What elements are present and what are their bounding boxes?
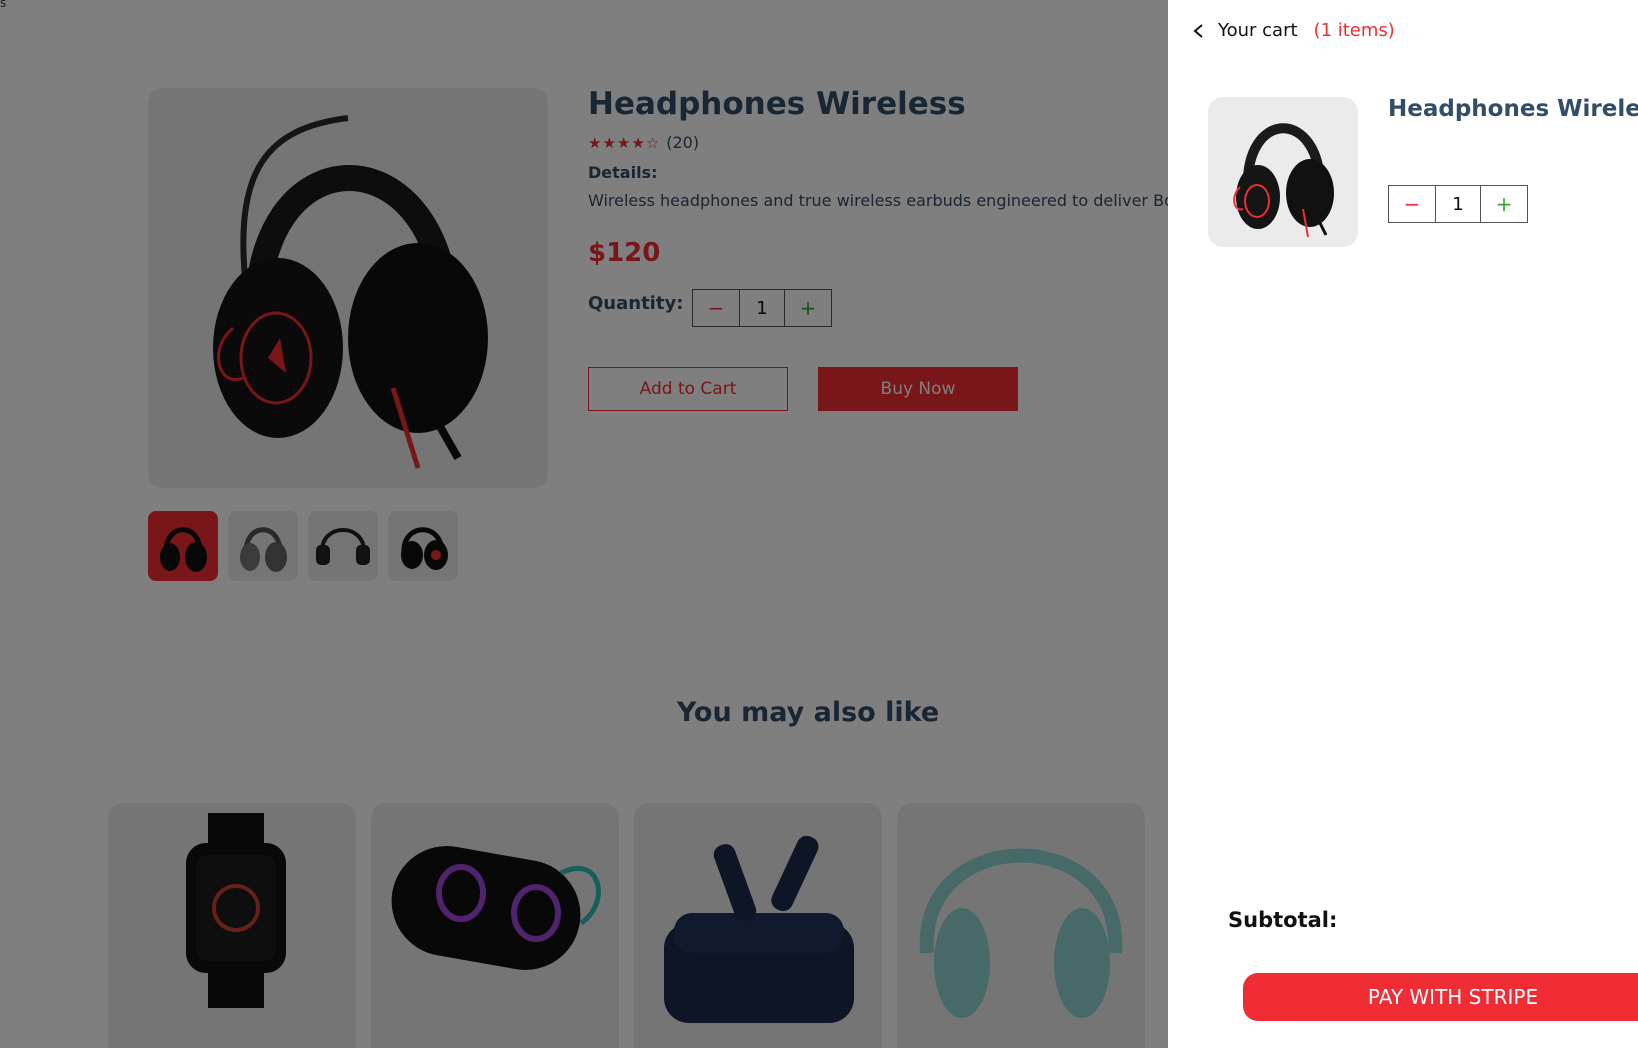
pay-with-stripe-button[interactable]: PAY WITH STRIPE <box>1243 973 1638 1021</box>
cart-item-image <box>1208 97 1358 247</box>
cart-item-count: (1 items) <box>1313 20 1395 41</box>
cart-quantity-stepper: − 1 + <box>1388 185 1528 223</box>
cart-panel: Your cart (1 items) Headphones Wireless … <box>1168 0 1638 1048</box>
cart-decrease-quantity-button[interactable]: − <box>1389 186 1435 222</box>
cart-heading[interactable]: Your cart (1 items) <box>1190 20 1395 41</box>
cart-increase-quantity-button[interactable]: + <box>1481 186 1527 222</box>
cart-item-name: Headphones Wireless <box>1388 96 1638 122</box>
subtotal-label: Subtotal: <box>1228 908 1338 932</box>
cart-quantity-value: 1 <box>1435 186 1481 222</box>
chevron-left-icon[interactable] <box>1190 22 1208 40</box>
cart-title: Your cart <box>1218 20 1298 41</box>
